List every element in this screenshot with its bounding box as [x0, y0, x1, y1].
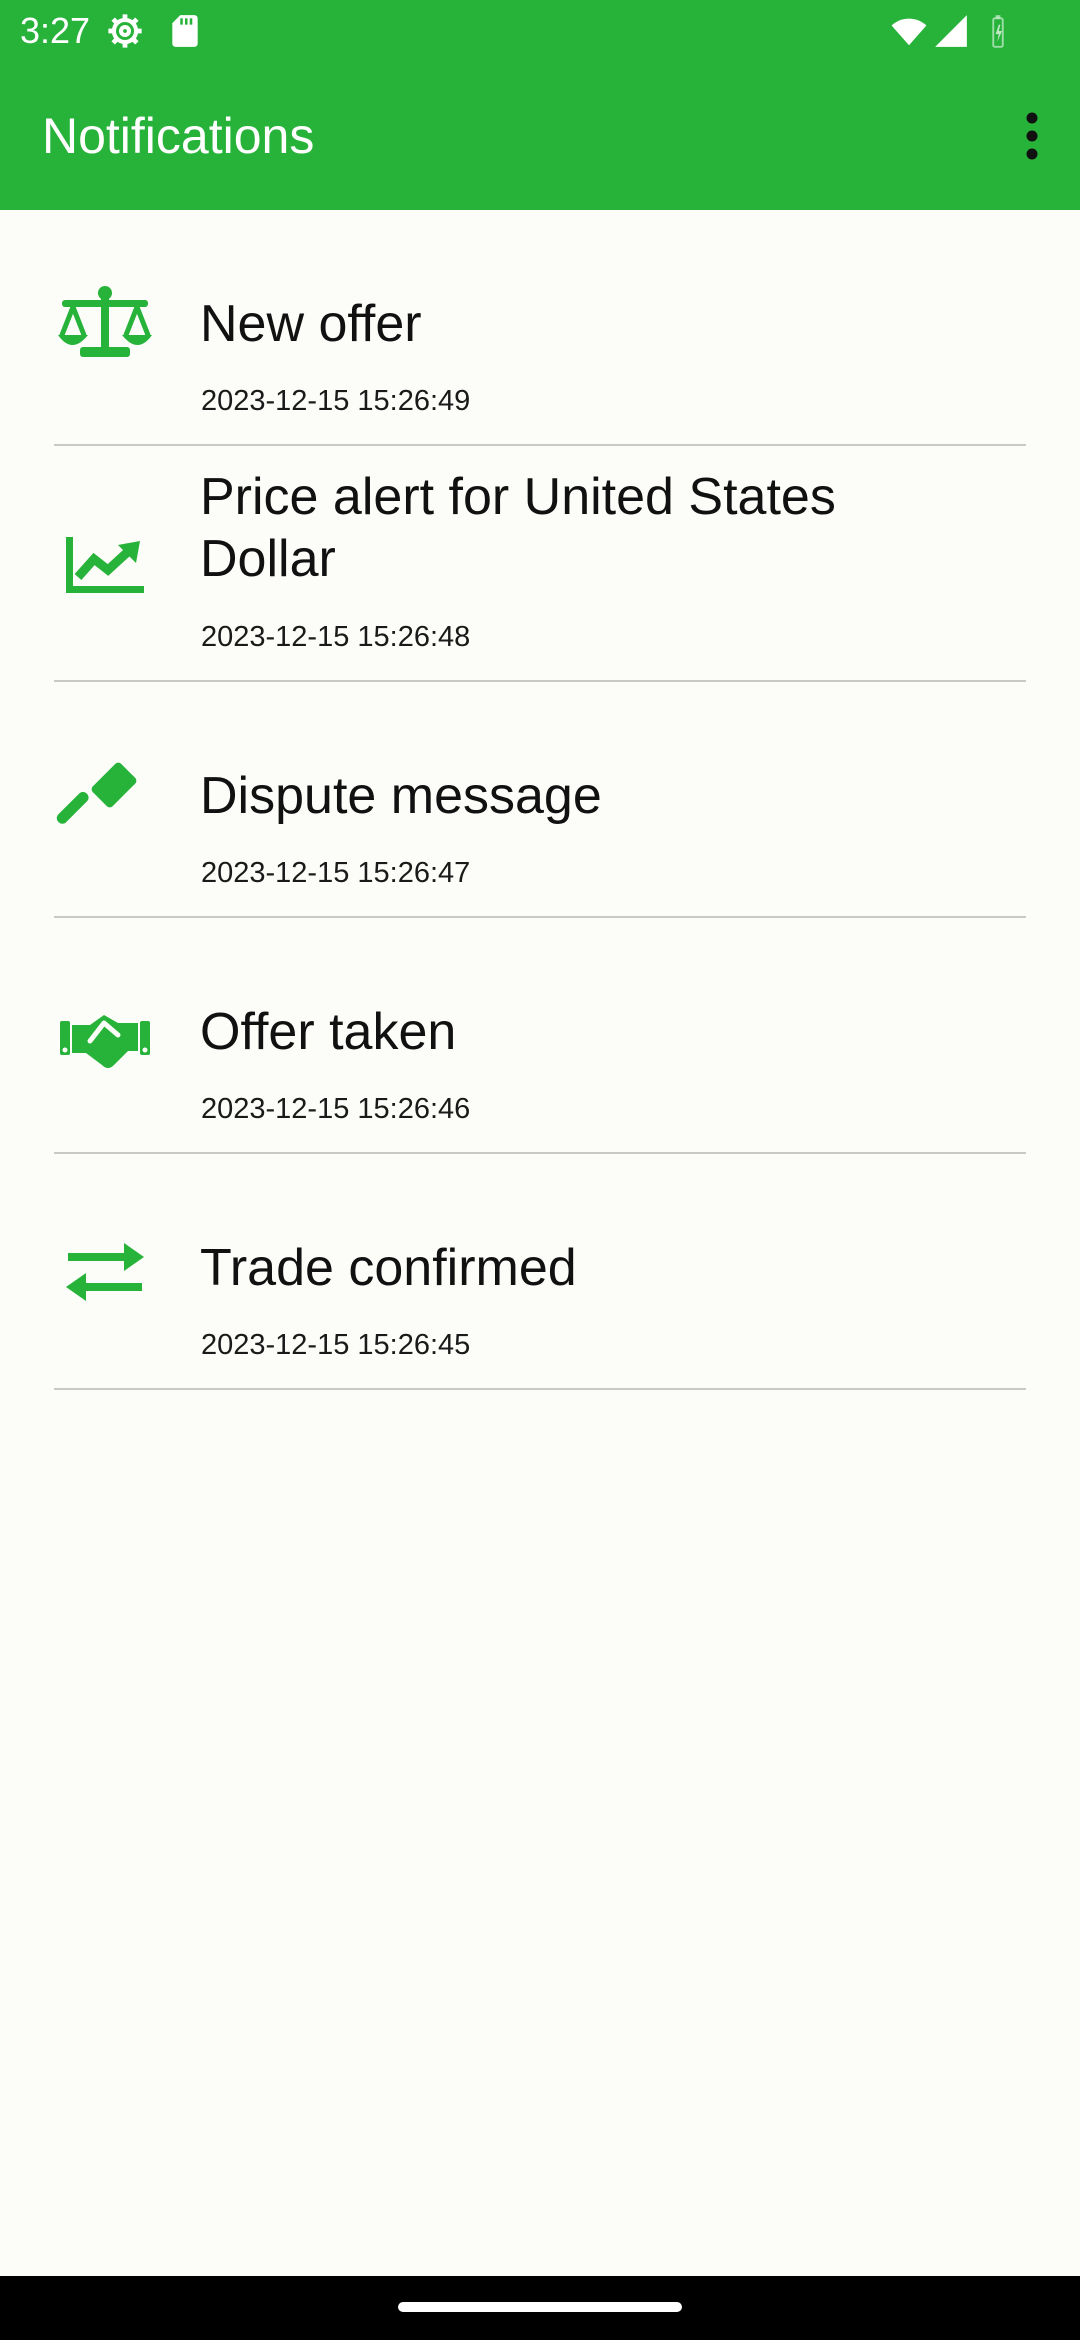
notification-timestamp: 2023-12-15 15:26:46: [201, 1093, 471, 1125]
notification-timestamp: 2023-12-15 15:26:49: [201, 385, 471, 417]
notification-timestamp: 2023-12-15 15:26:47: [201, 857, 471, 889]
settings-gear-icon: [108, 14, 142, 48]
more-vert-icon: [1026, 112, 1038, 160]
page-title: Notifications: [42, 108, 315, 164]
battery-icon: [992, 15, 1004, 48]
home-gesture-handle[interactable]: [398, 2302, 682, 2312]
notification-timestamp: 2023-12-15 15:26:48: [201, 621, 471, 653]
notification-title: Offer taken: [200, 1003, 457, 1061]
scale-icon: [58, 286, 152, 357]
notification-title: New offer: [200, 295, 422, 353]
status-bar: 3:27: [0, 0, 1080, 62]
sd-card-icon: [172, 15, 198, 47]
app-bar: Notifications: [0, 62, 1080, 210]
navigation-bar: [0, 2276, 1080, 2340]
chart-line-icon: [66, 537, 144, 593]
notification-item[interactable]: Dispute message 2023-12-15 15:26:47: [0, 682, 1080, 918]
notification-title: Trade confirmed: [200, 1239, 577, 1297]
notification-item[interactable]: Trade confirmed 2023-12-15 15:26:45: [0, 1154, 1080, 1390]
wifi-icon: [891, 18, 927, 46]
handshake-icon: [60, 1015, 150, 1068]
exchange-arrows-icon: [66, 1243, 144, 1301]
cell-signal-icon: [935, 15, 967, 47]
status-time: 3:27: [20, 10, 91, 51]
notification-title: Price alert for United States Dollar: [200, 468, 836, 588]
notification-item[interactable]: Price alert for United States Dollar 202…: [0, 446, 1080, 682]
more-options-button[interactable]: [1002, 102, 1062, 170]
notification-item[interactable]: Offer taken 2023-12-15 15:26:46: [0, 918, 1080, 1154]
gavel-icon: [56, 762, 137, 824]
notification-item[interactable]: New offer 2023-12-15 15:26:49: [0, 210, 1080, 446]
notification-list: New offer 2023-12-15 15:26:49 Price aler…: [0, 210, 1080, 1390]
notification-timestamp: 2023-12-15 15:26:45: [201, 1329, 471, 1361]
notification-title: Dispute message: [200, 767, 602, 825]
